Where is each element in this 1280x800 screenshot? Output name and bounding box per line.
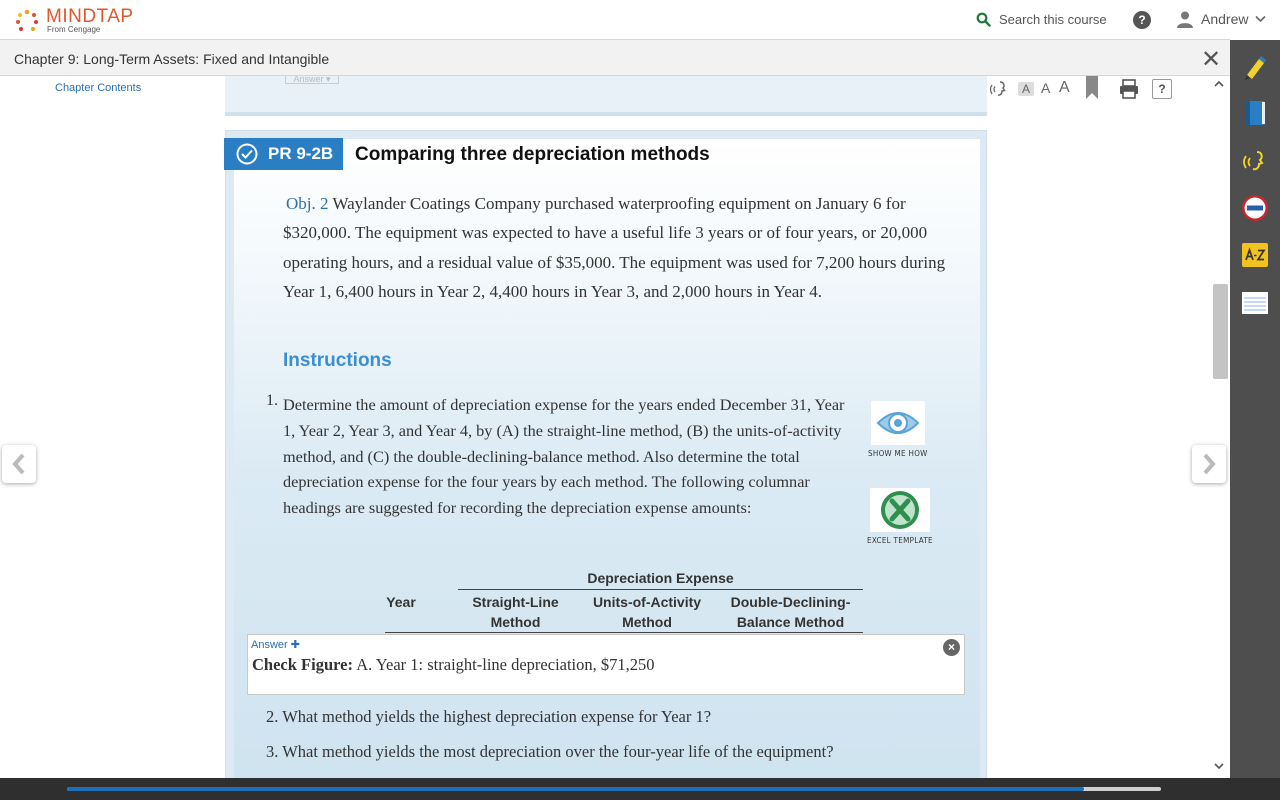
heading-bottom-rule	[385, 632, 863, 633]
next-page-button[interactable]	[1192, 445, 1226, 483]
glossary-az-icon	[1242, 243, 1268, 267]
chapter-contents-link[interactable]: Chapter Contents	[55, 82, 141, 94]
search-label: Search this course	[999, 12, 1107, 27]
question-2-text: What method yields the highest depreciat…	[282, 707, 712, 726]
instructions-heading: Instructions	[283, 350, 392, 371]
user-name: Andrew	[1201, 11, 1249, 27]
check-figure-label: Check Figure:	[252, 655, 353, 674]
straight-line-heading-line2: Method	[490, 614, 541, 630]
straight-line-heading: Straight-Line Method	[458, 592, 573, 632]
chapter-bar: Chapter 9: Long-Term Assets: Fixed and I…	[0, 40, 1230, 76]
previous-page-button[interactable]	[2, 445, 36, 483]
logo-subtitle: From Cengage	[47, 25, 101, 34]
close-answer-icon[interactable]: ×	[943, 639, 960, 656]
previous-answer-tab[interactable]: Answer ▾	[285, 76, 339, 84]
show-me-how-button[interactable]: SHOW ME HOW	[868, 401, 928, 458]
check-figure-text: A. Year 1: straight-line depreciation, $…	[356, 655, 655, 674]
merriam-webster-icon	[1242, 195, 1268, 221]
question-1-text: Determine the amount of depreciation exp…	[283, 395, 845, 518]
user-menu[interactable]: Andrew	[1176, 10, 1267, 28]
straight-line-heading-line1: Straight-Line	[472, 594, 559, 610]
heading-group-rule	[458, 589, 863, 590]
excel-template-label: EXCEL TEMPLATE	[867, 536, 933, 545]
notepad-icon	[1242, 292, 1268, 314]
double-declining-heading: Double-Declining- Balance Method	[718, 592, 863, 632]
show-me-how-label: SHOW ME HOW	[868, 449, 928, 458]
chapter-title: Chapter 9: Long-Term Assets: Fixed and I…	[14, 51, 330, 67]
check-figure: Check Figure: A. Year 1: straight-line d…	[252, 655, 655, 675]
print-icon[interactable]	[1118, 78, 1140, 100]
cengage-burst-icon	[16, 9, 38, 31]
question-2-number: 2.	[266, 707, 279, 726]
glossary-app-button[interactable]	[1240, 240, 1270, 270]
highlighter-icon	[1245, 56, 1266, 80]
reader-help-button[interactable]: ?	[1152, 79, 1172, 99]
progress-fill	[67, 787, 1085, 791]
units-of-activity-heading: Units-of-Activity Method	[582, 592, 712, 632]
objective-link[interactable]: Obj. 2	[286, 194, 329, 213]
notes-app-button[interactable]	[1240, 288, 1270, 318]
double-declining-heading-line1: Double-Declining-	[730, 594, 851, 610]
excel-icon	[869, 488, 930, 532]
question-1-number: 1.	[266, 392, 278, 409]
problem-intro: Obj. 2 Waylander Coatings Company purcha…	[283, 189, 973, 306]
question-3-number: 3.	[266, 742, 279, 761]
course-search[interactable]: Search this course	[976, 12, 1107, 27]
problem-title: Comparing three depreciation methods	[355, 144, 710, 165]
answer-panel: Answer ✚ Check Figure: A. Year 1: straig…	[247, 634, 965, 695]
question-3-text: What method yields the most depreciation…	[282, 742, 834, 761]
eye-icon	[870, 401, 925, 445]
question-3: 3. What method yields the most depreciat…	[266, 742, 834, 762]
bookmark-icon[interactable]	[1085, 76, 1099, 100]
chevron-right-icon	[1203, 453, 1216, 475]
previous-problem-panel	[225, 76, 987, 116]
scrollbar-thumb[interactable]	[1213, 284, 1228, 379]
depreciation-expense-heading: Depreciation Expense	[587, 570, 734, 586]
search-icon	[976, 12, 991, 27]
user-avatar-icon	[1177, 11, 1193, 28]
problem-badge: PR 9-2B	[224, 138, 343, 170]
app-dock	[1230, 40, 1280, 778]
units-of-activity-heading-line1: Units-of-Activity	[592, 594, 702, 610]
top-header: MINDTAP From Cengage Search this course …	[0, 0, 1267, 40]
year-column-heading: Year	[386, 594, 416, 610]
bottom-progress-bar	[0, 778, 1280, 800]
chevron-down-icon	[1255, 15, 1267, 23]
units-of-activity-heading-line2: Method	[622, 614, 672, 630]
read-aloud-app-button[interactable]	[1240, 146, 1270, 176]
problem-number: PR 9-2B	[268, 144, 334, 163]
chevron-left-icon	[12, 453, 25, 475]
check-circle-icon	[236, 143, 258, 165]
font-size-medium-button[interactable]: A	[1041, 80, 1050, 96]
excel-template-button[interactable]: EXCEL TEMPLATE	[867, 488, 933, 545]
scroll-down-icon[interactable]	[1214, 762, 1224, 770]
scroll-up-icon[interactable]	[1214, 80, 1224, 88]
read-aloud-icon	[1243, 151, 1264, 171]
answer-toggle[interactable]: Answer ✚	[251, 638, 300, 651]
problem-intro-text: Waylander Coatings Company purchased wat…	[283, 194, 946, 301]
highlighter-app-button[interactable]	[1240, 52, 1270, 82]
font-size-large-button[interactable]: A	[1059, 79, 1070, 97]
dictionary-app-button[interactable]	[1240, 193, 1270, 223]
read-aloud-icon[interactable]	[988, 78, 1010, 100]
progress-track[interactable]	[67, 787, 1161, 791]
notebook-app-button[interactable]	[1240, 98, 1270, 128]
double-declining-heading-line2: Balance Method	[736, 614, 845, 630]
book-icon	[1245, 101, 1265, 125]
help-icon[interactable]: ?	[1133, 11, 1151, 29]
question-2: 2. What method yields the highest deprec…	[266, 707, 711, 727]
font-size-small-button[interactable]: A	[1018, 82, 1035, 96]
close-reader-button[interactable]: ✕	[1201, 45, 1221, 74]
